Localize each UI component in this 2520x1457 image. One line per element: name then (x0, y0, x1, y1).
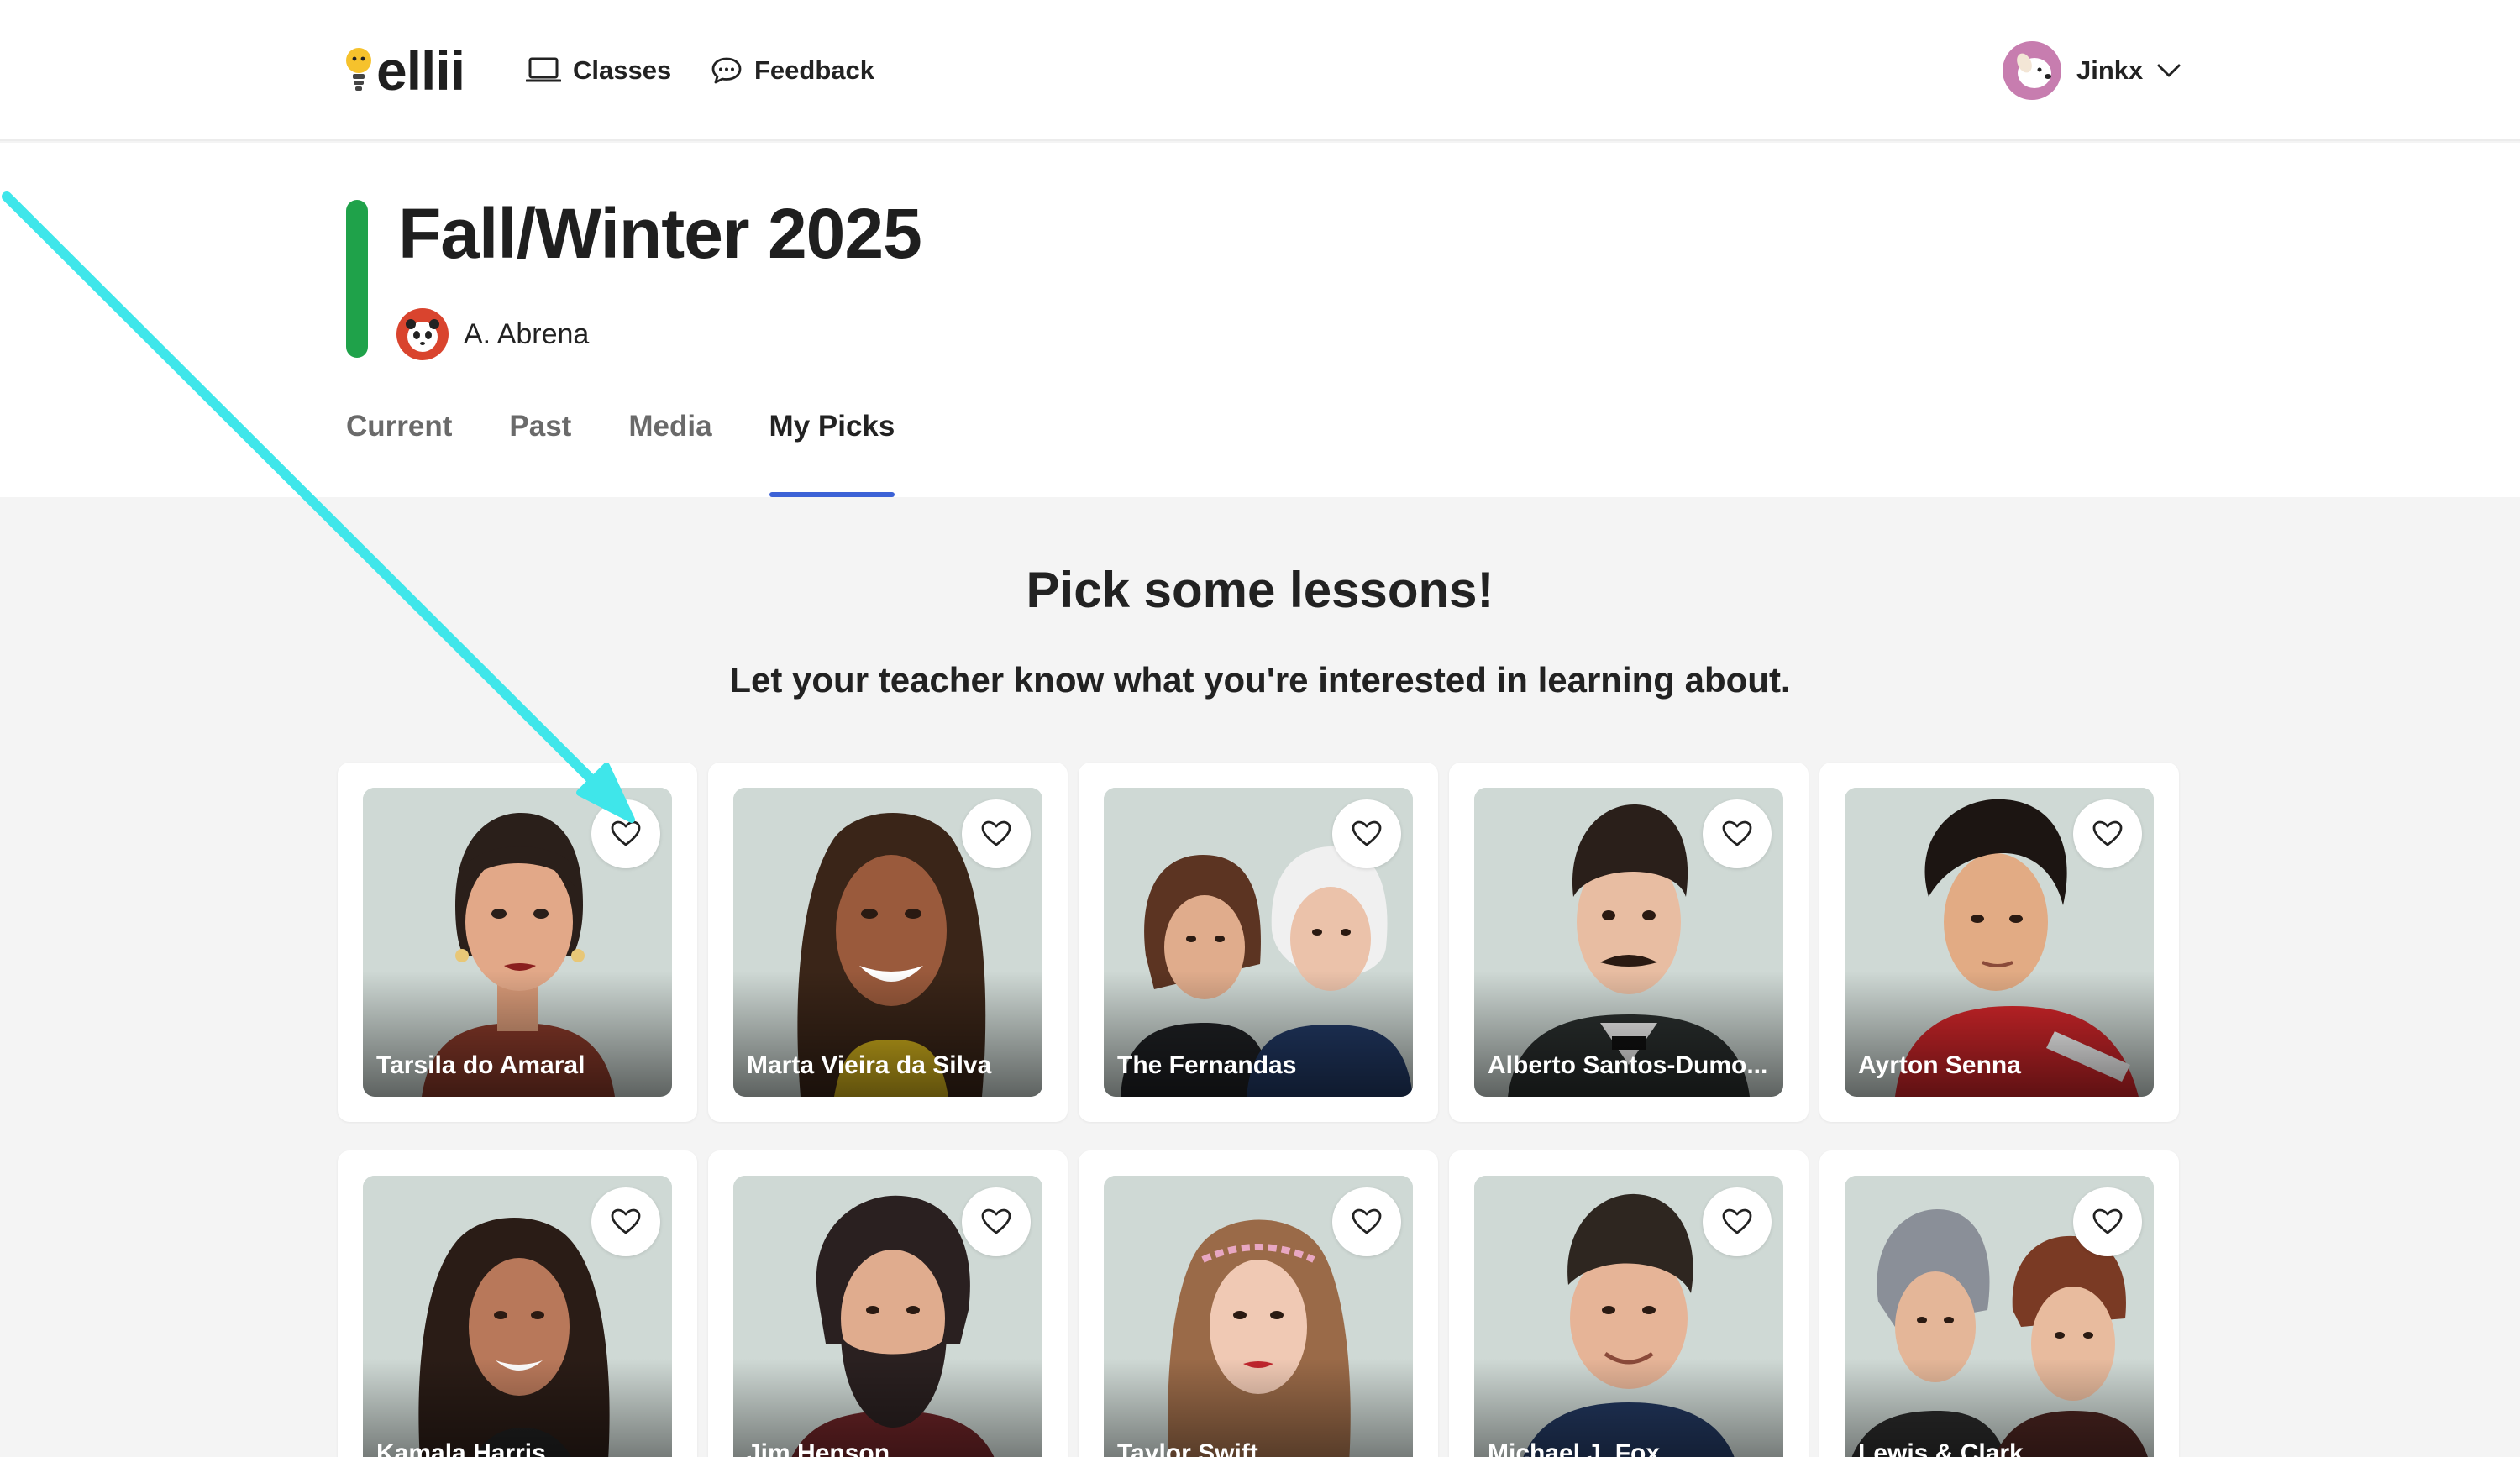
lesson-image: Tarsila do Amaral (363, 788, 672, 1097)
tab-past[interactable]: Past (509, 408, 571, 497)
favorite-button[interactable] (962, 799, 1031, 868)
lesson-image: Marta Vieira da Silva (733, 788, 1042, 1097)
favorite-button[interactable] (1332, 799, 1401, 868)
lesson-image: Taylor Swift (1104, 1176, 1413, 1457)
heart-icon (2092, 820, 2123, 846)
heart-icon (981, 820, 1011, 846)
lesson-grid: Tarsila do Amaral Marta Vieira da Silva (338, 763, 2179, 1457)
favorite-button[interactable] (1703, 799, 1772, 868)
lesson-title: The Fernandas (1117, 1051, 1297, 1079)
panda-avatar-icon (406, 319, 439, 352)
lesson-card[interactable]: Marta Vieira da Silva (708, 763, 1068, 1122)
favorite-button[interactable] (2073, 799, 2142, 868)
lesson-card[interactable]: Tarsila do Amaral (338, 763, 697, 1122)
favorite-button[interactable] (1703, 1187, 1772, 1256)
heart-icon (2092, 1208, 2123, 1234)
user-name: Jinkx (2076, 55, 2144, 85)
lesson-card[interactable]: Taylor Swift (1079, 1150, 1438, 1457)
user-menu[interactable]: Jinkx (2003, 39, 2181, 102)
tab-current[interactable]: Current (346, 408, 452, 497)
tab-media[interactable]: Media (628, 408, 711, 497)
lesson-title: Taylor Swift (1117, 1439, 1258, 1457)
section-heading: Pick some lessons! (1026, 562, 1494, 618)
heart-icon (1352, 1208, 1382, 1234)
favorite-button[interactable] (1332, 1187, 1401, 1256)
ellii-logo[interactable]: ellii (344, 39, 465, 102)
lesson-title: Ayrton Senna (1858, 1051, 2021, 1079)
lesson-image: The Fernandas (1104, 788, 1413, 1097)
section-subheading: Let your teacher know what you're intere… (729, 660, 1791, 700)
class-header: Fall/Winter 2025 A. Abrena Current Past … (0, 143, 2520, 497)
top-navigation-bar: ellii Classes Feedback Jinkx (0, 0, 2520, 141)
lesson-title: Jim Henson (747, 1439, 890, 1457)
class-color-bar (346, 200, 368, 358)
teacher-avatar (396, 308, 449, 360)
lesson-image: Michael J. Fox (1474, 1176, 1783, 1457)
lesson-card[interactable]: Kamala Harris (338, 1150, 697, 1457)
logo-text: ellii (376, 39, 465, 102)
favorite-button[interactable] (591, 1187, 660, 1256)
tab-my-picks[interactable]: My Picks (769, 408, 895, 497)
lesson-title: Lewis & Clark (1858, 1439, 2024, 1457)
lesson-image: Ayrton Senna (1845, 788, 2154, 1097)
favorite-button[interactable] (2073, 1187, 2142, 1256)
favorite-button[interactable] (962, 1187, 1031, 1256)
heart-icon (1722, 820, 1752, 846)
lesson-title: Tarsila do Amaral (376, 1051, 585, 1079)
heart-icon (611, 1208, 641, 1234)
lightbulb-icon (346, 48, 371, 91)
dog-avatar-icon (2017, 53, 2051, 88)
page-title: Fall/Winter 2025 (398, 194, 922, 273)
teacher-name: A. Abrena (464, 317, 590, 350)
laptop-icon (526, 57, 561, 82)
heart-icon (611, 820, 641, 846)
heart-icon (1722, 1208, 1752, 1234)
heart-icon (1352, 820, 1382, 846)
lesson-card[interactable]: Alberto Santos-Dumo... (1449, 763, 1809, 1122)
speech-bubble-icon (711, 57, 742, 84)
lesson-title: Marta Vieira da Silva (747, 1051, 992, 1079)
favorite-button[interactable] (591, 799, 660, 868)
nav-classes-label: Classes (573, 55, 672, 85)
lesson-card[interactable]: Ayrton Senna (1819, 763, 2179, 1122)
avatar (2003, 41, 2061, 100)
lesson-image: Jim Henson (733, 1176, 1042, 1457)
lesson-card[interactable]: The Fernandas (1079, 763, 1438, 1122)
teacher-info: A. Abrena (396, 307, 589, 361)
nav-feedback[interactable]: Feedback (711, 49, 874, 92)
class-tabs: Current Past Media My Picks (346, 408, 952, 497)
heart-icon (981, 1208, 1011, 1234)
lesson-card[interactable]: Jim Henson (708, 1150, 1068, 1457)
lesson-image: Alberto Santos-Dumo... (1474, 788, 1783, 1097)
chevron-down-icon (2157, 64, 2181, 77)
nav-feedback-label: Feedback (754, 55, 875, 85)
lesson-title: Alberto Santos-Dumo... (1488, 1051, 1768, 1079)
lesson-card[interactable]: Lewis & Clark (1819, 1150, 2179, 1457)
lesson-title: Kamala Harris (376, 1439, 546, 1457)
nav-classes[interactable]: Classes (526, 49, 671, 92)
lesson-image: Kamala Harris (363, 1176, 672, 1457)
lesson-title: Michael J. Fox (1488, 1439, 1661, 1457)
lesson-image: Lewis & Clark (1845, 1176, 2154, 1457)
lesson-card[interactable]: Michael J. Fox (1449, 1150, 1809, 1457)
